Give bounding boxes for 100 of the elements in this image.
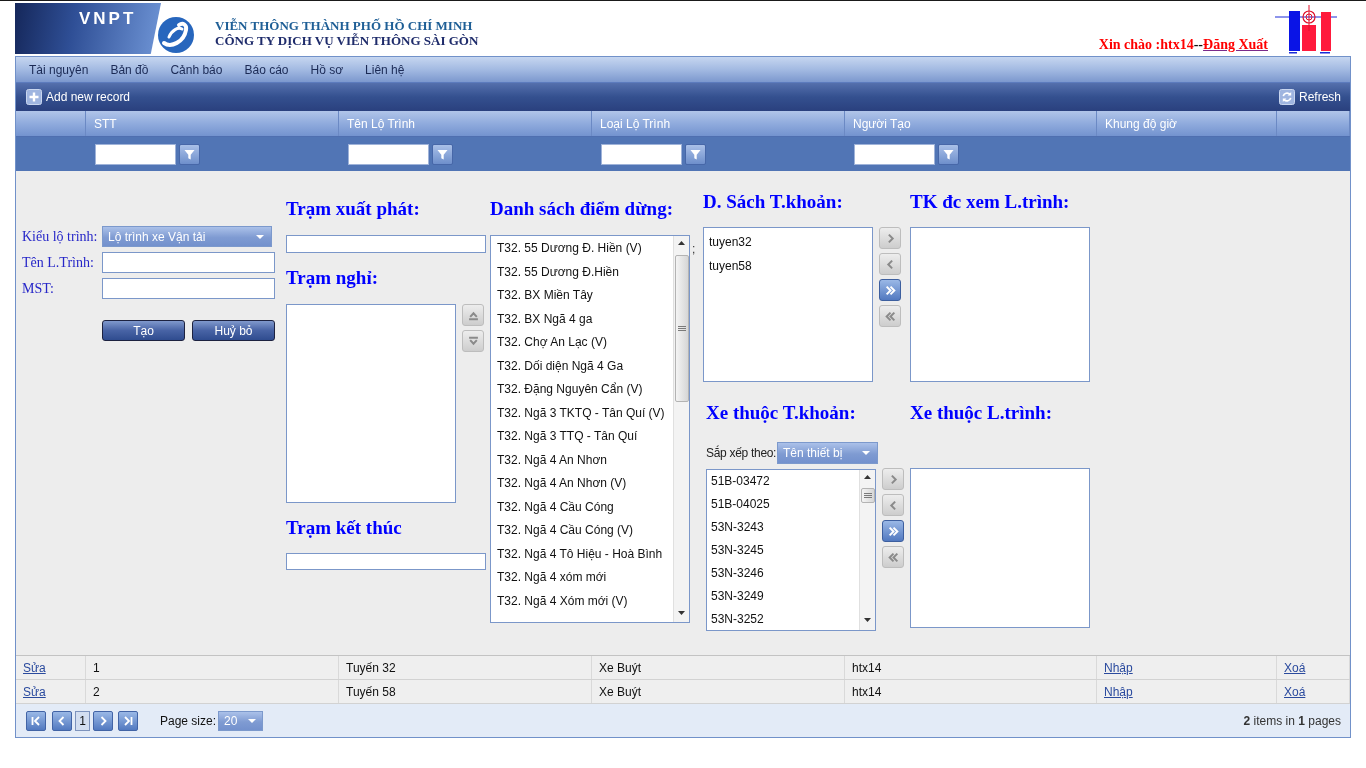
text-field[interactable] [286, 235, 486, 253]
list-item[interactable]: T32. 55 Dương Đ.Hiền [497, 260, 673, 284]
chevron-left-icon [884, 258, 896, 270]
double-chevron-right-icon [884, 284, 896, 296]
filter-button[interactable] [432, 143, 453, 165]
list-item[interactable]: T32. Ngã 4 Xóm mới (V) [497, 589, 673, 613]
menu-item[interactable]: Bản đồ [110, 62, 149, 77]
list-item[interactable]: T32. Đặng Nguyên Cẩn (V) [497, 378, 673, 402]
list-item[interactable]: 51B-04025 [711, 493, 859, 516]
menu-item[interactable]: Liên hệ [365, 62, 405, 77]
swirl-logo-icon [157, 16, 195, 54]
last-page-button[interactable] [118, 710, 138, 731]
filter-input[interactable] [601, 143, 682, 165]
filter-input[interactable] [95, 143, 176, 165]
table-cell: 2 [93, 684, 100, 699]
filter-button[interactable] [179, 143, 200, 165]
table-cell: htx14 [852, 684, 882, 699]
refresh-button[interactable]: Refresh [1278, 89, 1341, 105]
scrollbar-thumb[interactable] [860, 488, 875, 503]
list-box[interactable] [286, 304, 456, 503]
cancel-button[interactable]: Huỷ bỏ [192, 320, 275, 341]
list-item[interactable]: 53N-3252 [711, 608, 859, 630]
list-item[interactable]: T32. Ngã 3 TTQ - Tân Quí [497, 425, 673, 449]
list-item[interactable]: T32. BX Miền Tây [497, 284, 673, 308]
list-item[interactable]: T32. Ngã 4 An Nhơn (V) [497, 472, 673, 496]
field-label: Tên L.Trình: [22, 254, 95, 271]
table-cell: 1 [93, 660, 100, 675]
move-all-right-button[interactable] [879, 279, 901, 301]
row-link[interactable]: Xoá [1284, 684, 1306, 699]
move-all-right-button[interactable] [882, 520, 904, 542]
funnel-icon [690, 148, 701, 160]
next-page-button[interactable] [93, 710, 113, 731]
section-title: Trạm nghỉ: [286, 266, 379, 290]
text-field[interactable] [102, 252, 275, 273]
caret-down-icon [862, 451, 870, 455]
add-record-button[interactable]: Add new record [26, 89, 131, 105]
list-item[interactable]: 51B-03472 [711, 470, 859, 493]
list-item[interactable]: 53N-3246 [711, 562, 859, 585]
scrollbar[interactable] [859, 470, 875, 630]
list-item[interactable]: T32. Ngã 4 An Nhơn [497, 448, 673, 472]
filter-button[interactable] [685, 143, 706, 165]
row-link[interactable]: Sửa [23, 684, 46, 699]
list-item[interactable]: 53N-3243 [711, 516, 859, 539]
first-page-icon [30, 714, 42, 727]
grip-icon [677, 326, 686, 331]
list-item[interactable]: 53N-3249 [711, 585, 859, 608]
scroll-up-icon [678, 241, 685, 245]
list-item[interactable]: T32. Ngã 4 xóm mới [497, 566, 673, 590]
menu-item[interactable]: Hồ sơ [310, 62, 344, 77]
list-item[interactable]: T32. BX Ngã 4 ga [497, 307, 673, 331]
row-link[interactable]: Nhập [1104, 660, 1133, 675]
text-field[interactable] [102, 278, 275, 299]
table-cell: Tuyến 32 [346, 660, 396, 675]
filter-input[interactable] [854, 143, 935, 165]
row-link[interactable]: Nhập [1104, 684, 1133, 699]
caret-down-icon [248, 718, 257, 723]
pager-summary: 2 items in 1 pages [1243, 713, 1341, 728]
table-row[interactable]: Sửa 1 Tuyến 32 Xe Buýt htx14 Nhập Xoá [16, 656, 1350, 680]
create-button[interactable]: Tạo [102, 320, 185, 341]
table-cell: htx14 [852, 660, 882, 675]
scrollbar-thumb[interactable] [674, 255, 689, 402]
menu-item[interactable]: Báo cáo [244, 62, 289, 77]
menu-item[interactable]: Cảnh báo [170, 62, 223, 77]
list-box[interactable] [910, 227, 1090, 382]
text-field[interactable] [286, 553, 486, 570]
row-link[interactable]: Sửa [23, 660, 46, 675]
list-item[interactable]: T32. Ngã 4 Cầu Cóng [497, 495, 673, 519]
filter-input[interactable] [348, 143, 429, 165]
table-cell: Xe Buýt [599, 684, 642, 699]
brand-logo-text: VNPT [79, 9, 137, 29]
scroll-down-icon [678, 611, 685, 615]
funnel-icon [437, 148, 448, 160]
first-page-button[interactable] [26, 710, 46, 731]
list-item[interactable]: T32. Ngã 4 Tô Hiệu - Hoà Bình [497, 542, 673, 566]
list-item[interactable]: T32. 55 Dương Đ. Hiền (V) [497, 237, 673, 261]
section-title: D. Sách T.khoản: [703, 190, 844, 214]
list-item[interactable]: tuyen58 [709, 254, 872, 278]
list-item[interactable]: T32. Ngã 3 TKTQ - Tân Quí (V) [497, 401, 673, 425]
list-box[interactable] [910, 468, 1090, 628]
list-item[interactable]: T32. Dối diện Ngã 4 Ga [497, 354, 673, 378]
previous-page-button[interactable] [52, 710, 72, 731]
bars-crosshair-logo-icon [1275, 4, 1337, 54]
list-item[interactable]: tuyen32 [709, 230, 872, 254]
logout-link[interactable]: Đăng Xuất [1203, 37, 1268, 52]
filter-button[interactable] [938, 143, 959, 165]
scrollbar[interactable] [673, 236, 689, 622]
row-link[interactable]: Xoá [1284, 660, 1306, 675]
page-number-button[interactable]: 1 [75, 710, 90, 731]
list-item[interactable]: T32. Ngã 4 Cầu Cóng (V) [497, 519, 673, 543]
list-item[interactable]: 53N-3245 [711, 539, 859, 562]
list-item[interactable]: T32. Chợ An Lạc (V) [497, 331, 673, 355]
menu-item[interactable]: Tài nguyên [29, 62, 89, 77]
last-page-icon [122, 714, 134, 727]
double-chevron-left-icon [884, 310, 896, 322]
section-title: TK đc xem L.trình: [910, 190, 1070, 214]
sort-label: Sắp xếp theo: [706, 446, 777, 460]
section-title: Trạm xuất phát: [286, 197, 421, 221]
funnel-icon [184, 148, 195, 160]
funnel-icon [943, 148, 954, 160]
table-row[interactable]: Sửa 2 Tuyến 58 Xe Buýt htx14 Nhập Xoá [16, 680, 1350, 704]
